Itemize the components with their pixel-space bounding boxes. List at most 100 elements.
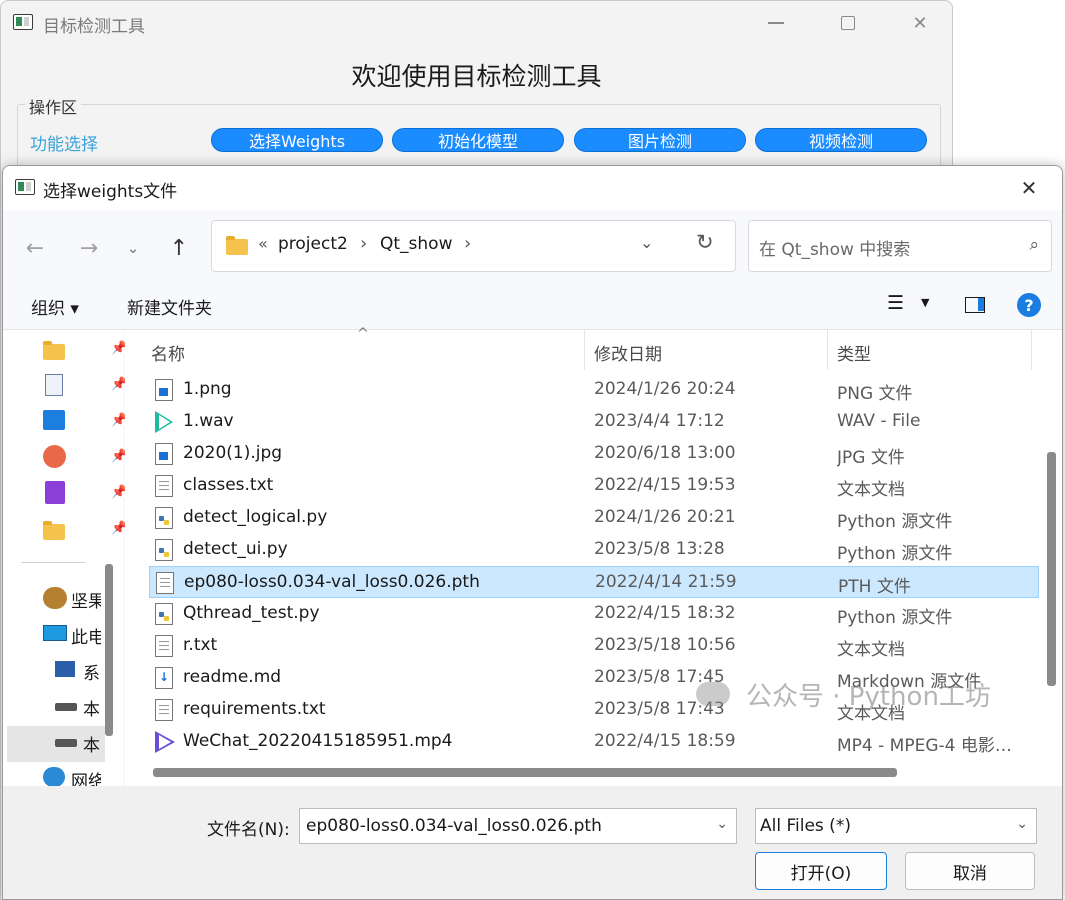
table-row[interactable]: r.txt 2023/5/18 10:56 文本文档 xyxy=(149,630,1039,662)
minimize-button[interactable] xyxy=(753,7,799,39)
table-row[interactable]: 2020(1).jpg 2020/6/18 13:00 JPG 文件 xyxy=(149,438,1039,470)
drive-system-icon xyxy=(55,661,75,677)
back-button[interactable]: ← xyxy=(19,232,51,264)
pane-divider xyxy=(21,562,85,563)
quick-access-item[interactable]: 📌 xyxy=(41,408,127,438)
chevron-down-icon[interactable]: ⌄ xyxy=(716,816,728,832)
nav-label: 坚果 xyxy=(71,592,101,612)
close-icon: ✕ xyxy=(912,12,928,34)
file-type: MP4 - MPEG-4 电影文件 xyxy=(837,736,1027,756)
column-divider[interactable] xyxy=(827,330,828,370)
arrow-up-icon: ↑ xyxy=(169,235,189,261)
open-button[interactable]: 打开(O) xyxy=(755,852,887,890)
breadcrumb-qt-show[interactable]: Qt_show xyxy=(380,234,452,254)
column-header-name[interactable]: 名称 xyxy=(151,340,185,365)
address-overflow[interactable]: « xyxy=(258,234,268,253)
table-row[interactable]: classes.txt 2022/4/15 19:53 文本文档 xyxy=(149,470,1039,502)
quick-access-item[interactable]: 📌 xyxy=(41,480,127,510)
folder-icon xyxy=(43,341,65,360)
file-name: Qthread_test.py xyxy=(183,603,320,623)
table-row[interactable]: detect_logical.py 2024/1/26 20:21 Python… xyxy=(149,502,1039,534)
drive-icon xyxy=(55,703,77,711)
dialog-app-icon xyxy=(15,179,35,195)
nav-label: 本地 xyxy=(83,736,99,756)
file-type: PNG 文件 xyxy=(837,384,913,404)
preview-pane-icon[interactable] xyxy=(965,297,985,313)
vertical-scrollbar[interactable] xyxy=(1047,452,1056,686)
main-close-button[interactable]: ✕ xyxy=(897,7,943,39)
table-row-selected[interactable]: ep080-loss0.034-val_loss0.026.pth 2022/4… xyxy=(149,566,1039,598)
table-row[interactable]: Qthread_test.py 2022/4/15 18:32 Python 源… xyxy=(149,598,1039,630)
table-row[interactable]: 1.png 2024/1/26 20:24 PNG 文件 xyxy=(149,374,1039,406)
help-icon[interactable]: ? xyxy=(1017,293,1041,317)
recent-locations-button[interactable]: ⌄ xyxy=(117,232,149,264)
python-file-icon xyxy=(155,603,173,625)
file-name: 2020(1).jpg xyxy=(183,443,283,463)
quick-access-item[interactable]: 📌 xyxy=(41,336,127,366)
main-titlebar[interactable]: 目标检测工具 ✕ xyxy=(1,1,952,45)
address-dropdown-icon[interactable]: ⌄ xyxy=(640,233,653,252)
file-name: classes.txt xyxy=(183,475,274,495)
file-type: WAV - File xyxy=(837,411,921,431)
navigation-pane: 📌 📌 📌 📌 📌 📌 坚果 此电脑 xyxy=(3,330,127,792)
dialog-titlebar[interactable]: 选择weights文件 ✕ xyxy=(3,166,1062,210)
view-list-icon[interactable]: ☰ xyxy=(887,292,904,314)
main-window-title: 目标检测工具 xyxy=(43,17,145,37)
organize-button[interactable]: 组织 ▾ xyxy=(31,294,79,319)
breadcrumb-separator-icon[interactable]: › xyxy=(360,233,367,254)
init-model-button[interactable]: 初始化模型 xyxy=(392,128,564,152)
video-detect-button[interactable]: 视频检测 xyxy=(755,128,927,152)
file-type: Python 源文件 xyxy=(837,544,953,564)
file-date: 2022/4/15 18:59 xyxy=(594,731,736,751)
filename-input[interactable]: ep080-loss0.034-val_loss0.026.pth ⌄ xyxy=(299,808,737,844)
table-row[interactable]: detect_ui.py 2023/5/8 13:28 Python 源文件 xyxy=(149,534,1039,566)
file-date: 2022/4/14 21:59 xyxy=(595,572,737,592)
image-detect-button[interactable]: 图片检测 xyxy=(574,128,746,152)
breadcrumb-separator-icon[interactable]: › xyxy=(464,233,471,254)
quick-access-item[interactable]: 📌 xyxy=(41,444,127,474)
cancel-button[interactable]: 取消 xyxy=(905,852,1035,890)
refresh-icon[interactable]: ↻ xyxy=(696,230,714,254)
video-icon xyxy=(155,731,175,753)
dialog-close-button[interactable]: ✕ xyxy=(1006,172,1052,204)
nav-label: 本地 xyxy=(83,700,99,720)
breadcrumb-project2[interactable]: project2 xyxy=(278,234,348,254)
maximize-button[interactable] xyxy=(825,7,871,39)
chevron-down-icon[interactable]: ⌄ xyxy=(1016,816,1028,832)
column-divider[interactable] xyxy=(1031,330,1032,370)
text-file-icon xyxy=(156,572,174,594)
select-weights-button[interactable]: 选择Weights xyxy=(211,128,383,152)
nav-pane-scrollbar[interactable] xyxy=(105,564,113,736)
column-header-type[interactable]: 类型 xyxy=(837,340,871,365)
text-file-icon xyxy=(155,699,173,721)
table-row[interactable]: WeChat_20220415185951.mp4 2022/4/15 18:5… xyxy=(149,726,1039,758)
address-bar[interactable]: « project2 › Qt_show › ⌄ ↻ xyxy=(211,220,736,272)
file-date: 2024/1/26 20:24 xyxy=(594,379,736,399)
chevron-down-icon: ⌄ xyxy=(126,239,140,257)
forward-button[interactable]: → xyxy=(73,232,105,264)
file-type: Python 源文件 xyxy=(837,608,953,628)
watermark-text: 公众号 · Python工坊 xyxy=(746,682,991,712)
file-name: detect_ui.py xyxy=(183,539,288,559)
view-dropdown-icon[interactable]: ▼ xyxy=(921,296,929,309)
text-file-icon xyxy=(155,635,173,657)
quick-access-item[interactable]: 📌 xyxy=(41,516,127,546)
quick-access-item[interactable]: 📌 xyxy=(41,372,127,402)
drive-icon xyxy=(55,739,77,747)
file-date: 2024/1/26 20:21 xyxy=(594,507,736,527)
file-type: 文本文档 xyxy=(837,480,905,500)
welcome-heading: 欢迎使用目标检测工具 xyxy=(351,62,602,91)
maximize-icon xyxy=(841,16,855,30)
horizontal-scrollbar[interactable] xyxy=(153,768,897,777)
search-input[interactable]: 在 Qt_show 中搜索 ⌕ xyxy=(748,220,1052,272)
up-button[interactable]: ↑ xyxy=(163,232,195,264)
filetype-select[interactable]: All Files (*) ⌄ xyxy=(755,808,1037,844)
file-date: 2020/6/18 13:00 xyxy=(594,443,736,463)
new-folder-button[interactable]: 新建文件夹 xyxy=(127,294,212,319)
column-divider[interactable] xyxy=(584,330,585,370)
file-name: readme.md xyxy=(183,667,282,687)
file-type: JPG 文件 xyxy=(837,448,905,468)
table-row[interactable]: 1.wav 2023/4/4 17:12 WAV - File xyxy=(149,406,1039,438)
column-header-date[interactable]: 修改日期 xyxy=(594,340,662,365)
videos-icon xyxy=(45,481,65,504)
